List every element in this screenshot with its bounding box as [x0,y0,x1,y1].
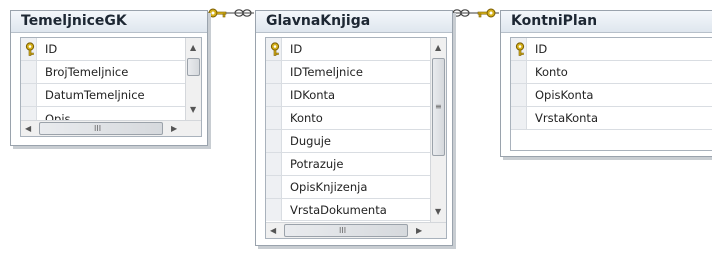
row-selector[interactable] [511,61,527,83]
infinity-icon [234,9,252,17]
table-glavnaknjiga[interactable]: GlavnaKnjiga ID IDTemeljnice IDKonta Kon… [255,10,453,246]
table-title-bar[interactable]: TemeljniceGK [11,11,207,33]
column-row[interactable]: Konto [511,61,712,84]
column-name: OpisKonta [535,88,594,102]
column-name: Duguje [290,134,332,148]
table-kontniplan[interactable]: KontniPlan ID Konto OpisKonta VrstaKonta [500,10,712,157]
column-name: ID [290,42,303,56]
row-selector[interactable] [266,38,282,60]
scrollbar-thumb[interactable]: III [39,122,163,135]
primary-key-icon [270,42,280,56]
row-selector[interactable] [511,107,527,129]
vertical-scrollbar[interactable]: ▲ ≡ ▼ [430,38,446,222]
column-name: Konto [290,111,323,125]
column-name: BrojTemeljnice [45,65,129,79]
vertical-scrollbar[interactable]: ▲ ▼ [185,38,201,120]
key-icon [477,8,496,18]
table-title: TemeljniceGK [21,13,127,29]
column-row[interactable]: DatumTemeljnice [21,84,201,107]
column-name: IDTemeljnice [290,65,363,79]
row-selector[interactable] [21,38,37,60]
scrollbar-thumb[interactable]: III [284,224,408,237]
row-selector[interactable] [21,61,37,83]
scroll-right-icon[interactable]: ▶ [416,227,422,235]
column-name: ID [535,42,548,56]
scroll-down-icon[interactable]: ▼ [190,106,196,114]
infinity-icon [452,9,470,17]
row-selector[interactable] [266,61,282,83]
column-row[interactable]: ID [266,38,446,61]
column-name: VrstaKonta [535,111,598,125]
row-selector[interactable] [511,84,527,106]
column-row[interactable]: Duguje [266,130,446,153]
column-row[interactable]: OpisKonta [511,84,712,107]
column-row[interactable]: ID [511,38,712,61]
table-title-bar[interactable]: GlavnaKnjiga [256,11,452,33]
column-row[interactable]: VrstaKonta [511,107,712,130]
row-selector[interactable] [266,107,282,129]
column-name: VrstaDokumenta [290,203,387,217]
scroll-right-icon[interactable]: ▶ [171,125,177,133]
column-name: OpisKnjizenja [290,180,368,194]
row-selector[interactable] [266,130,282,152]
column-row[interactable]: Potrazuje [266,153,446,176]
column-name: IDKonta [290,88,336,102]
grip-icon: ≡ [435,102,442,111]
grip-icon: III [94,124,102,133]
scroll-left-icon[interactable]: ◀ [270,227,276,235]
scrollbar-thumb[interactable]: ≡ [432,58,445,156]
column-name: Konto [535,65,568,79]
column-grid[interactable]: ID BrojTemeljnice DatumTemeljnice Opis ▲… [20,37,202,137]
primary-key-icon [515,42,525,56]
horizontal-scrollbar[interactable]: ◀ III ▶ [266,222,446,238]
scroll-down-icon[interactable]: ▼ [435,208,441,216]
row-selector[interactable] [21,107,37,121]
row-selector[interactable] [266,84,282,106]
row-selector[interactable] [266,153,282,175]
column-row[interactable]: IDTemeljnice [266,61,446,84]
column-row[interactable]: BrojTemeljnice [21,61,201,84]
row-selector[interactable] [511,38,527,60]
table-temeljnicegk[interactable]: TemeljniceGK ID BrojTemeljnice DatumTeme… [10,10,208,146]
scroll-up-icon[interactable]: ▲ [190,44,196,52]
row-selector[interactable] [266,176,282,198]
column-name: ID [45,42,58,56]
column-name: DatumTemeljnice [45,88,145,102]
column-row[interactable]: VrstaDokumenta [266,199,446,221]
column-row[interactable]: Konto [266,107,446,130]
row-selector[interactable] [21,84,37,106]
horizontal-scrollbar[interactable]: ◀ III ▶ [21,120,201,136]
scrollbar-thumb[interactable] [187,58,200,76]
table-title: KontniPlan [511,13,598,29]
column-row[interactable]: IDKonta [266,84,446,107]
primary-key-icon [25,42,35,56]
grip-icon: III [339,226,347,235]
scroll-left-icon[interactable]: ◀ [25,125,31,133]
scroll-up-icon[interactable]: ▲ [435,44,441,52]
column-row[interactable]: ID [21,38,201,61]
column-name: Potrazuje [290,157,344,171]
column-row[interactable]: Opis [21,107,201,126]
row-selector[interactable] [266,199,282,221]
key-icon [208,8,227,18]
column-row[interactable]: OpisKnjizenja [266,176,446,199]
column-grid[interactable]: ID Konto OpisKonta VrstaKonta [510,37,712,151]
table-title-bar[interactable]: KontniPlan [501,11,712,33]
column-grid[interactable]: ID IDTemeljnice IDKonta Konto Duguje Pot… [265,37,447,239]
table-title: GlavnaKnjiga [266,13,371,29]
